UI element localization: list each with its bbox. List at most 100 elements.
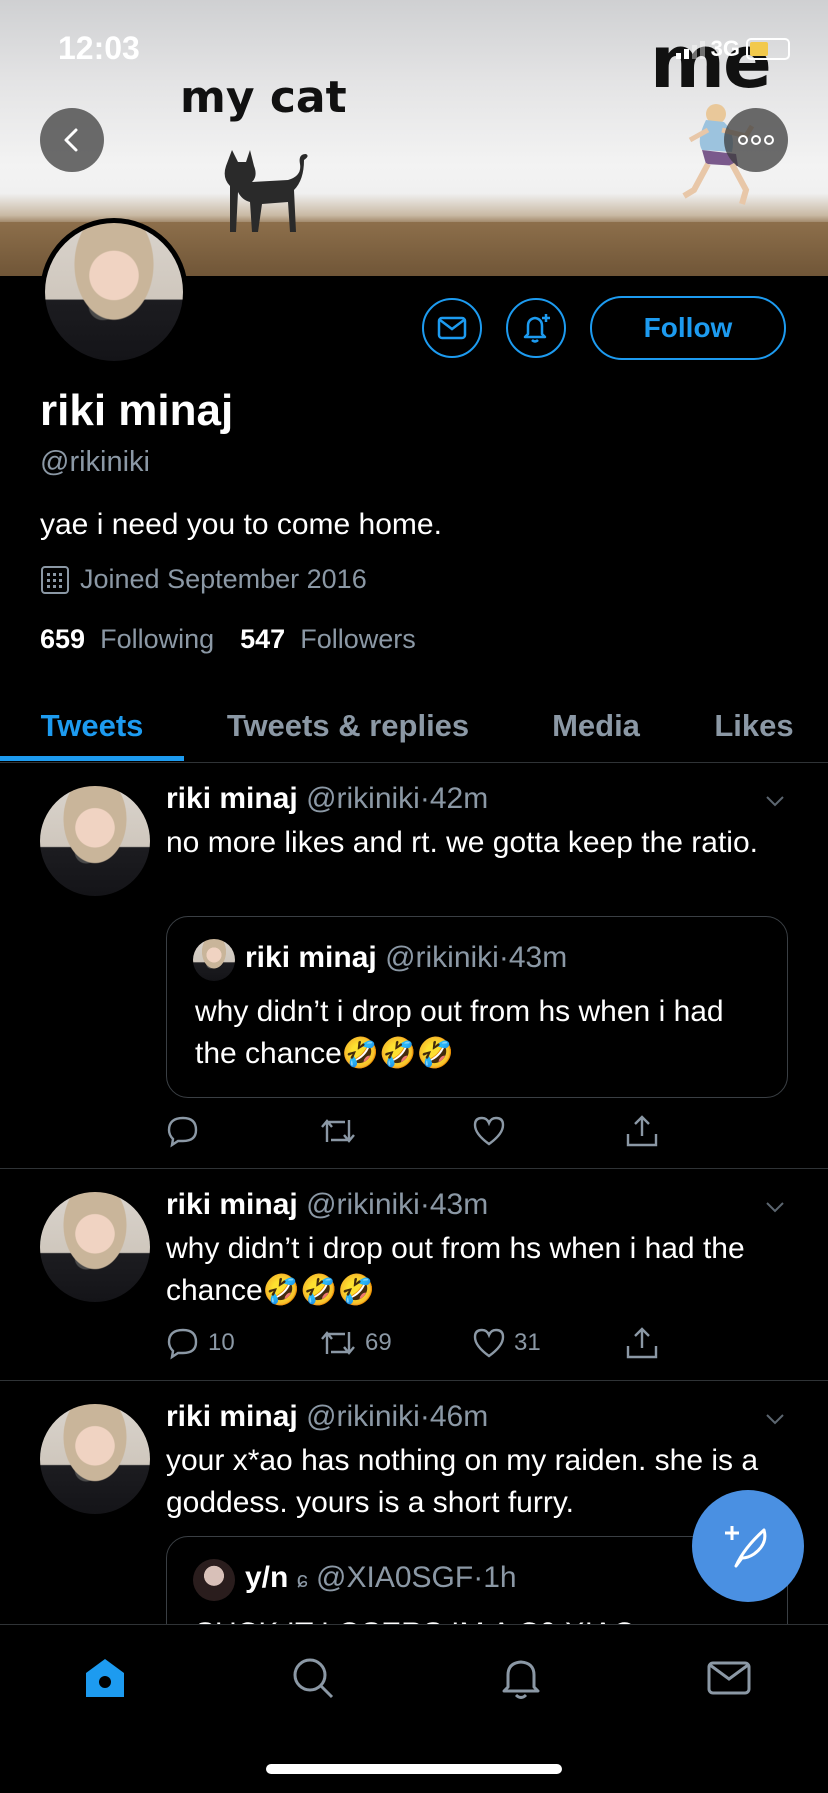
reply-count: 10 [208,1329,235,1356]
heart-icon [473,1116,505,1146]
bell-plus-icon [523,314,550,343]
tweet-header: riki minaj @rikiniki·43m [166,1188,488,1222]
tweet-text: no more likes and rt. we gotta keep the … [166,826,758,859]
cat-silhouette [224,150,308,232]
status-time: 12:03 [58,30,140,66]
reply-button[interactable]: 10 [166,1326,319,1360]
tweet-text: why didn’t i drop out from hs when i had… [166,1232,745,1307]
tweet-separator: · [419,1400,430,1433]
chevron-down-icon[interactable] [764,1196,786,1218]
quoted-tweet[interactable]: riki minaj @rikiniki·43m why didn’t i dr… [166,916,788,1098]
like-button[interactable] [472,1114,625,1148]
profile-handle: @rikiniki [40,446,150,478]
quoted-author-handle: @rikiniki [385,941,499,974]
tab-tweets[interactable]: Tweets [0,690,184,762]
search-icon[interactable] [290,1655,336,1701]
profile-tabs: Tweets Tweets & replies Media Likes [0,690,828,763]
tweet-avatar[interactable] [40,1192,150,1302]
tweet-author-name[interactable]: riki minaj [166,1188,298,1221]
retweet-button[interactable]: 69 [319,1326,472,1360]
quoted-header: riki minaj @rikiniki·43m [245,941,567,975]
compose-tweet-button[interactable] [692,1490,804,1602]
quoted-time: 1h [483,1561,517,1594]
reply-button[interactable] [166,1114,319,1148]
share-icon [626,1327,658,1359]
chevron-left-icon [64,128,78,152]
quoted-author-name: y/n [245,1561,289,1594]
tweet-separator: · [419,782,430,815]
share-icon [626,1115,658,1147]
share-button[interactable] [625,1326,778,1360]
back-button[interactable] [40,108,104,172]
quoted-author-name: riki minaj [245,941,377,974]
share-button[interactable] [625,1114,778,1148]
tweet-actions: 10 69 31 [166,1326,778,1360]
follow-counts: 659 Following 547 Followers [40,624,416,655]
quoted-time: 43m [508,941,568,974]
following-link[interactable]: 659 Following [40,624,214,655]
retweet-icon [321,1119,355,1143]
more-options-button[interactable] [724,108,788,172]
tweet-author-name[interactable]: riki minaj [166,782,298,815]
tab-media[interactable]: Media [530,690,662,762]
chevron-down-icon[interactable] [764,790,786,812]
tweet-text: your x*ao has nothing on my raiden. she … [166,1444,759,1519]
compose-feather-icon [725,1526,767,1568]
notifications-button[interactable] [506,298,566,358]
home-indicator [266,1764,562,1774]
banner-caption-cat: my cat [180,72,347,123]
tab-likes[interactable]: Likes [692,690,816,762]
reply-icon [167,1116,198,1148]
retweet-icon [321,1331,355,1355]
quoted-separator: · [473,1561,484,1594]
message-button[interactable] [422,298,482,358]
home-icon[interactable] [82,1655,128,1701]
status-indicators: 3G [675,36,790,62]
messages-icon[interactable] [706,1655,752,1701]
retweet-button[interactable] [319,1114,472,1148]
tweet-author-handle[interactable]: @rikiniki [306,1400,420,1433]
following-label: Following [100,624,215,654]
followers-label: Followers [300,624,416,654]
reply-icon [167,1328,198,1360]
notifications-icon[interactable] [498,1655,544,1701]
tweet-author-handle[interactable]: @rikiniki [306,1188,420,1221]
followers-link[interactable]: 547 Followers [240,624,416,655]
like-button[interactable]: 31 [472,1326,625,1360]
tweet-time: 46m [429,1400,489,1433]
tweet-author-name[interactable]: riki minaj [166,1400,298,1433]
tweet-header: riki minaj @rikiniki·42m [166,782,488,816]
tab-tweets-replies[interactable]: Tweets & replies [206,690,490,762]
tweet-avatar[interactable] [40,1404,150,1514]
active-tab-indicator [0,756,184,761]
more-icon [738,135,774,145]
tweet-divider [0,1168,828,1169]
quoted-badge: ɕ [296,1567,308,1592]
banner-caption-me: me [650,20,772,104]
profile-avatar[interactable] [40,218,188,366]
mail-icon [437,316,467,340]
battery-icon [746,38,790,60]
tweet-author-handle[interactable]: @rikiniki [306,782,420,815]
joined-date: Joined September 2016 [40,564,367,595]
quoted-author-handle: @XIA0SGF [316,1561,474,1594]
follow-button[interactable]: Follow [590,296,786,360]
network-label: 3G [710,36,740,61]
quoted-text: why didn’t i drop out from hs when i had… [195,995,724,1070]
quoted-avatar [193,939,235,981]
followers-count: 547 [240,624,286,654]
tweet-actions [166,1114,778,1148]
profile-name: riki minaj [40,386,234,435]
calendar-icon [41,565,69,594]
chevron-down-icon[interactable] [764,1408,786,1430]
quoted-header: y/n ɕ @XIA0SGF·1h [245,1561,517,1595]
retweet-count: 69 [365,1329,392,1356]
tweet-time: 43m [429,1188,489,1221]
joined-text: Joined September 2016 [80,564,367,594]
tweet-header: riki minaj @rikiniki·46m [166,1400,488,1434]
tweet-avatar[interactable] [40,786,150,896]
tweet-divider [0,1380,828,1381]
signal-icon [675,39,705,59]
profile-bio: yae i need you to come home. [40,508,442,541]
like-count: 31 [514,1329,541,1356]
